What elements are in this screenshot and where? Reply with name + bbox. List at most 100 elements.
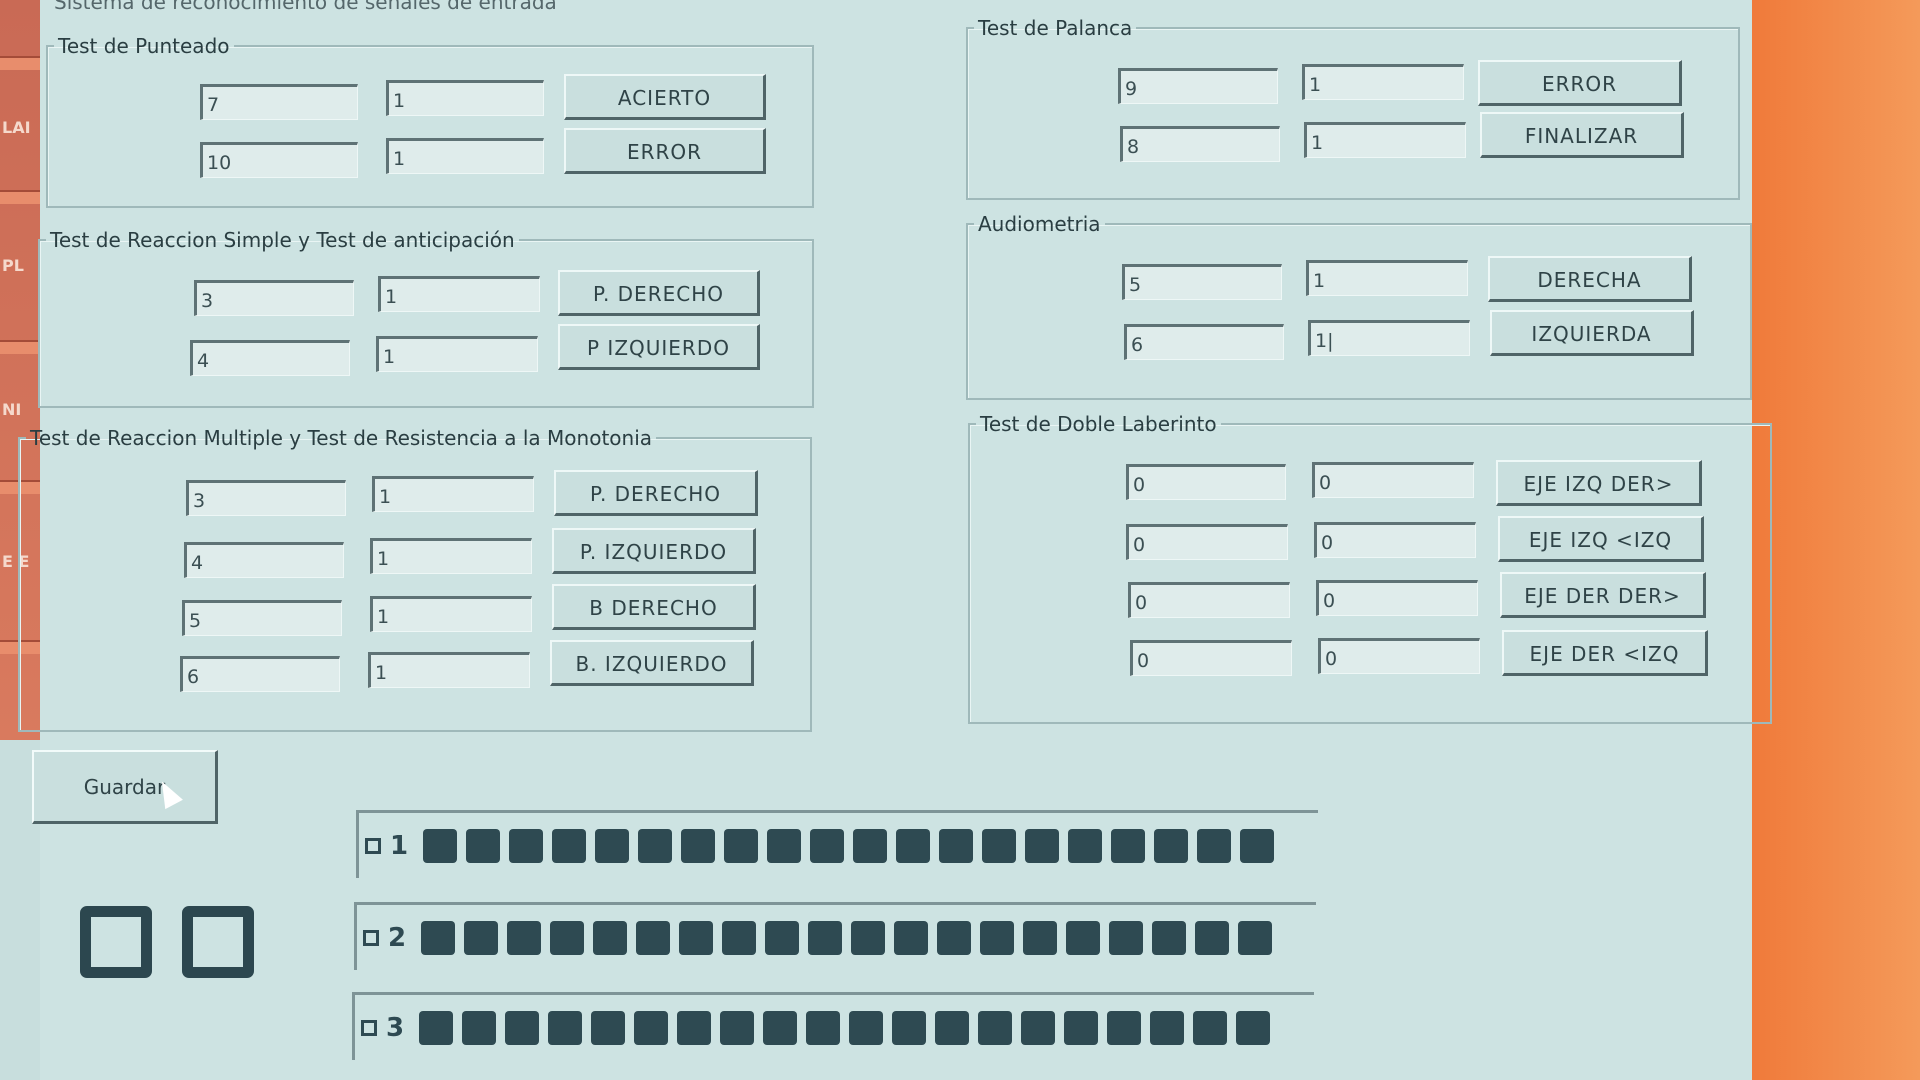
- punteado-field-1-b[interactable]: 1: [386, 80, 544, 116]
- group-legend: Test de Reaccion Multiple y Test de Resi…: [30, 426, 653, 450]
- led-indicator-icon: [1240, 828, 1275, 863]
- led-indicator-icon: [1238, 920, 1273, 955]
- led-indicator-icon: [505, 1010, 540, 1045]
- b-derecho-button[interactable]: B DERECHO: [552, 584, 756, 630]
- laberinto-field-2-b[interactable]: 0: [1314, 522, 1476, 558]
- led-indicator-icon: [1154, 828, 1189, 863]
- led-indicator-icon: [1197, 828, 1232, 863]
- laberinto-field-1-b[interactable]: 0: [1312, 462, 1474, 498]
- multiple-field-1-b[interactable]: 1: [372, 476, 534, 512]
- guardar-button[interactable]: Guardar: [32, 750, 218, 824]
- group-legend: Test de Palanca: [978, 16, 1133, 40]
- audiometria-field-2-b[interactable]: 1|: [1308, 320, 1470, 356]
- desktop-background: [1752, 0, 1920, 1080]
- group-legend: Test de Doble Laberinto: [980, 412, 1217, 436]
- panel-number: 2: [388, 922, 407, 953]
- led-indicator-icon: [552, 828, 587, 863]
- led-indicator-icon: [853, 828, 888, 863]
- group-legend: Test de Punteado: [58, 34, 230, 58]
- led-indicator-icon: [466, 828, 501, 863]
- error-button[interactable]: ERROR: [1478, 60, 1682, 106]
- punteado-field-1-a[interactable]: 7: [200, 84, 358, 120]
- led-indicator-icon: [939, 828, 974, 863]
- palanca-field-1-b[interactable]: 1: [1302, 64, 1464, 100]
- led-indicator-icon: [722, 920, 757, 955]
- multiple-field-1-a[interactable]: 3: [186, 480, 346, 516]
- led-indicator-icon: [1150, 1010, 1185, 1045]
- eje-izq-der-button[interactable]: EJE IZQ DER>: [1496, 460, 1702, 506]
- multiple-field-4-b[interactable]: 1: [368, 652, 530, 688]
- multiple-field-3-b[interactable]: 1: [370, 596, 532, 632]
- led-indicator-icon: [937, 920, 972, 955]
- palanca-field-2-a[interactable]: 8: [1120, 126, 1280, 162]
- audiometria-field-2-a[interactable]: 6: [1124, 324, 1284, 360]
- led-indicator-icon: [677, 1010, 712, 1045]
- acierto-button[interactable]: ACIERTO: [564, 74, 766, 120]
- finalizar-button[interactable]: FINALIZAR: [1480, 112, 1684, 158]
- p-izquierdo-button[interactable]: P. IZQUIERDO: [552, 528, 756, 574]
- side-label: PL: [2, 256, 24, 275]
- punteado-field-2-a[interactable]: 10: [200, 142, 358, 178]
- led-indicator-icon: [767, 828, 802, 863]
- punteado-field-2-b[interactable]: 1: [386, 138, 544, 174]
- led-indicator-icon: [634, 1010, 669, 1045]
- led-indicator-icon: [894, 920, 929, 955]
- p-derecho-button[interactable]: P. DERECHO: [554, 470, 758, 516]
- palanca-field-2-b[interactable]: 1: [1304, 122, 1466, 158]
- laberinto-field-2-a[interactable]: 0: [1126, 524, 1288, 560]
- simple-field-2-b[interactable]: 1: [376, 336, 538, 372]
- led-indicator-icon: [892, 1010, 927, 1045]
- eje-der-der-button[interactable]: EJE DER DER>: [1500, 572, 1706, 618]
- laberinto-field-3-b[interactable]: 0: [1316, 580, 1478, 616]
- group-palanca: Test de Palanca: [966, 16, 1740, 200]
- checkbox-icon[interactable]: [365, 837, 381, 854]
- simple-field-2-a[interactable]: 4: [190, 340, 350, 376]
- error-button[interactable]: ERROR: [564, 128, 766, 174]
- simple-field-1-a[interactable]: 3: [194, 280, 354, 316]
- led-indicator-icon: [550, 920, 585, 955]
- led-indicator-icon: [679, 920, 714, 955]
- led-indicator-icon: [1193, 1010, 1228, 1045]
- checkbox-icon[interactable]: [363, 929, 379, 946]
- led-indicator-icon: [765, 920, 800, 955]
- multiple-field-3-a[interactable]: 5: [182, 600, 342, 636]
- window-title: Sistema de reconocimiento de señales de …: [54, 0, 557, 14]
- derecha-button[interactable]: DERECHA: [1488, 256, 1692, 302]
- led-indicator-icon: [681, 828, 716, 863]
- audiometria-field-1-a[interactable]: 5: [1122, 264, 1282, 300]
- led-indicator-icon: [980, 920, 1015, 955]
- b-izquierdo-button[interactable]: B. IZQUIERDO: [550, 640, 754, 686]
- laberinto-field-1-a[interactable]: 0: [1126, 464, 1286, 500]
- laberinto-field-3-a[interactable]: 0: [1128, 582, 1290, 618]
- panel-number: 3: [386, 1012, 405, 1043]
- palanca-field-1-a[interactable]: 9: [1118, 68, 1278, 104]
- multiple-field-4-a[interactable]: 6: [180, 656, 340, 692]
- eje-izq-izq-button[interactable]: EJE IZQ <IZQ: [1498, 516, 1704, 562]
- p-derecho-button[interactable]: P. DERECHO: [558, 270, 760, 316]
- checkbox-icon[interactable]: [361, 1019, 377, 1036]
- group-punteado: Test de Punteado: [46, 34, 814, 208]
- led-panel: 3: [352, 992, 1314, 1060]
- p-izquierdo-button[interactable]: P IZQUIERDO: [558, 324, 760, 370]
- simple-field-1-b[interactable]: 1: [378, 276, 540, 312]
- led-indicator-icon: [810, 828, 845, 863]
- eje-der-izq-button[interactable]: EJE DER <IZQ: [1502, 630, 1708, 676]
- led-indicator-icon: [849, 1010, 884, 1045]
- led-indicator-icon: [724, 828, 759, 863]
- multiple-field-2-a[interactable]: 4: [184, 542, 344, 578]
- led-panel: 1: [356, 810, 1318, 878]
- led-indicator-icon: [423, 828, 458, 863]
- audiometria-field-1-b[interactable]: 1: [1306, 260, 1468, 296]
- indicator-square-icon: [80, 906, 152, 978]
- izquierda-button[interactable]: IZQUIERDA: [1490, 310, 1694, 356]
- laberinto-field-4-b[interactable]: 0: [1318, 638, 1480, 674]
- multiple-field-2-b[interactable]: 1: [370, 538, 532, 574]
- led-indicator-icon: [1068, 828, 1103, 863]
- led-indicator-icon: [1195, 920, 1230, 955]
- led-indicator-icon: [1109, 920, 1144, 955]
- led-indicator-icon: [1236, 1010, 1271, 1045]
- led-indicator-icon: [462, 1010, 497, 1045]
- led-indicator-icon: [1066, 920, 1101, 955]
- laberinto-field-4-a[interactable]: 0: [1130, 640, 1292, 676]
- side-label: LAI: [2, 118, 31, 137]
